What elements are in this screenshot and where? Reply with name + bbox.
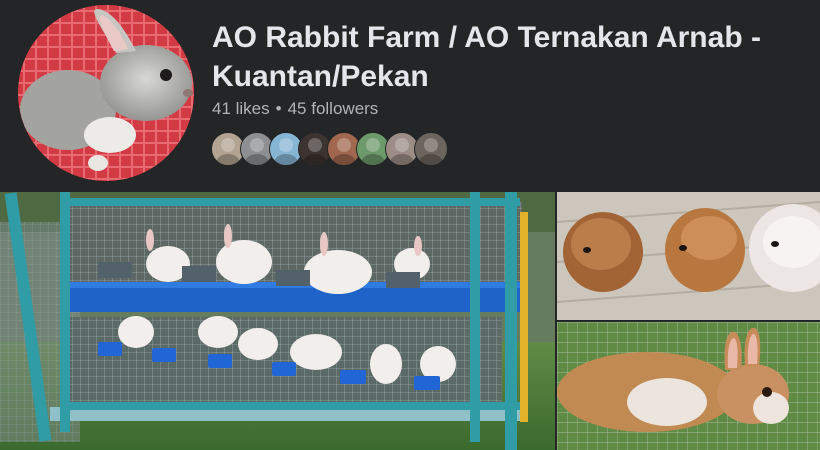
cover-photo-rabbit[interactable] [557,322,820,450]
page-title[interactable]: AO Rabbit Farm / AO Ternakan Arnab - Kua… [212,18,812,96]
stats-separator: • [275,99,282,118]
cover-photo-cage[interactable] [0,192,555,450]
follower-avatar[interactable] [414,132,448,166]
followers-count[interactable]: 45 followers [288,99,379,118]
page-stats: 41 likes • 45 followers [212,99,378,119]
likes-count[interactable]: 41 likes [212,99,270,118]
cover-photo-kits[interactable] [557,192,820,320]
cover-photos [0,192,820,450]
profile-photo[interactable] [18,5,194,181]
page-header: AO Rabbit Farm / AO Ternakan Arnab - Kua… [0,0,820,192]
